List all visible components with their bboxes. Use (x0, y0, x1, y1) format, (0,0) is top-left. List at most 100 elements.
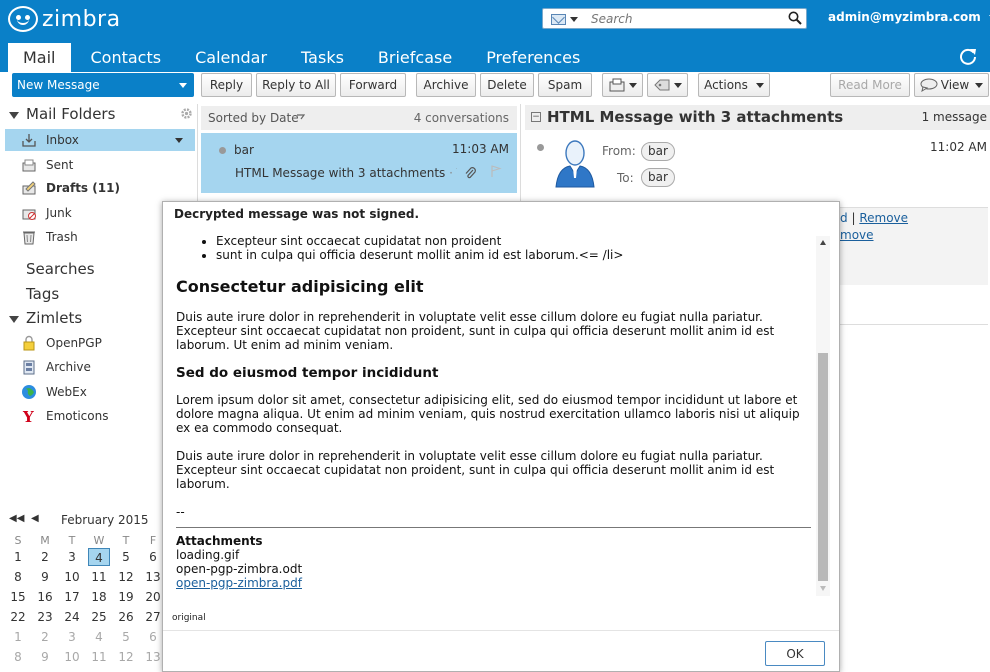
archive-button[interactable]: Archive (416, 73, 476, 97)
unread-dot-icon[interactable] (219, 147, 226, 154)
calendar-day[interactable]: 6 (142, 548, 164, 566)
view-button[interactable]: View (914, 73, 989, 97)
to-address-bubble[interactable]: bar (641, 168, 675, 187)
message-paragraph: Duis aute irure dolor in reprehenderit i… (176, 449, 775, 491)
search-icon[interactable] (788, 11, 802, 25)
gear-icon[interactable] (180, 107, 193, 120)
searches-title[interactable]: Searches (26, 260, 95, 278)
calendar-day[interactable]: 3 (61, 548, 83, 566)
calendar-day[interactable]: 13 (142, 648, 164, 666)
tab-calendar[interactable]: Calendar (181, 43, 281, 72)
calendar-day[interactable]: 24 (61, 608, 83, 626)
calendar-day[interactable]: 20 (142, 588, 164, 606)
calendar-day[interactable]: 19 (115, 588, 137, 606)
scroll-down-icon[interactable] (820, 586, 826, 591)
new-message-button[interactable]: New Message (12, 73, 194, 97)
zimlets-title[interactable]: Zimlets (26, 309, 82, 327)
calendar-day[interactable]: 2 (34, 628, 56, 646)
collapse-arrow-icon[interactable] (9, 316, 19, 323)
calendar-day[interactable]: 26 (115, 608, 137, 626)
attachment-link-text[interactable]: d (840, 211, 848, 225)
folder-drafts[interactable]: Drafts (11) (5, 177, 195, 199)
original-link[interactable]: original (172, 613, 206, 623)
calendar-day[interactable]: 27 (142, 608, 164, 626)
mail-folders-title[interactable]: Mail Folders (26, 105, 115, 123)
scroll-thumb[interactable] (818, 353, 828, 581)
reply-button[interactable]: Reply (201, 73, 252, 97)
collapse-conversation-icon[interactable]: − (531, 112, 541, 122)
calendar-day[interactable]: 8 (7, 568, 29, 586)
month-label[interactable]: February 2015 (61, 513, 149, 527)
calendar-day[interactable]: 12 (115, 648, 137, 666)
list-item[interactable]: bar 11:03 AM HTML Message with 3 attachm… (201, 133, 517, 193)
pane-divider[interactable] (520, 104, 521, 204)
calendar-day[interactable]: 23 (34, 608, 56, 626)
calendar-day[interactable]: 4 (88, 628, 110, 646)
calendar-day[interactable]: 6 (142, 628, 164, 646)
actions-button[interactable]: Actions (698, 73, 770, 97)
calendar-day[interactable]: 15 (7, 588, 29, 606)
calendar-day[interactable]: 18 (88, 588, 110, 606)
calendar-day[interactable]: 3 (61, 628, 83, 646)
flag-icon[interactable] (489, 165, 502, 178)
move-button[interactable] (602, 73, 643, 97)
tab-mail[interactable]: Mail (8, 43, 71, 72)
calendar-day[interactable]: 2 (34, 548, 56, 566)
chevron-down-icon[interactable] (179, 82, 187, 88)
reading-subject: HTML Message with 3 attachments (547, 108, 844, 126)
calendar-day[interactable]: 9 (34, 568, 56, 586)
zimbra-logo[interactable]: zimbra (8, 5, 121, 33)
scroll-up-icon[interactable] (820, 240, 826, 245)
calendar-day-today[interactable]: 4 (88, 548, 110, 566)
remove-link[interactable]: move (840, 228, 874, 242)
calendar-day[interactable]: 9 (34, 648, 56, 666)
calendar-day[interactable]: 1 (7, 548, 29, 566)
tab-preferences[interactable]: Preferences (472, 43, 594, 72)
calendar-day[interactable]: 17 (61, 588, 83, 606)
folder-sent[interactable]: Sent (5, 154, 195, 176)
reply-all-button[interactable]: Reply to All (256, 73, 336, 97)
attachment-link[interactable]: open-pgp-zimbra.pdf (176, 576, 302, 590)
calendar-day[interactable]: 13 (142, 568, 164, 586)
attachment-link[interactable]: d | Remove (840, 211, 908, 225)
calendar-day[interactable]: 16 (34, 588, 56, 606)
sort-icon[interactable] (296, 113, 305, 122)
calendar-day[interactable]: 5 (115, 628, 137, 646)
prev-month-icon[interactable]: ◀ (31, 513, 39, 524)
tag-button[interactable] (647, 73, 688, 97)
ok-button[interactable]: OK (765, 641, 825, 666)
calendar-day[interactable]: 8 (7, 648, 29, 666)
forward-button[interactable]: Forward (340, 73, 406, 97)
collapse-arrow-icon[interactable] (9, 112, 19, 119)
search-input[interactable] (589, 10, 779, 27)
search-type-dropdown[interactable] (551, 12, 587, 26)
folder-inbox[interactable]: Inbox (5, 129, 195, 151)
spam-button[interactable]: Spam (538, 73, 592, 97)
from-address-bubble[interactable]: bar (641, 142, 675, 161)
calendar-day[interactable]: 1 (7, 628, 29, 646)
tab-tasks[interactable]: Tasks (287, 43, 358, 72)
tags-title[interactable]: Tags (26, 285, 59, 303)
read-dot-icon[interactable] (537, 144, 544, 151)
pane-divider[interactable] (197, 104, 198, 204)
delete-button[interactable]: Delete (480, 73, 534, 97)
calendar-day[interactable]: 22 (7, 608, 29, 626)
calendar-day[interactable]: 12 (115, 568, 137, 586)
calendar-day[interactable]: 5 (115, 548, 137, 566)
calendar-day[interactable]: 11 (88, 648, 110, 666)
refresh-icon[interactable] (958, 46, 978, 66)
tab-briefcase[interactable]: Briefcase (364, 43, 466, 72)
calendar-day[interactable]: 10 (61, 648, 83, 666)
chevron-down-icon[interactable] (175, 137, 183, 143)
calendar-day[interactable]: 11 (88, 568, 110, 586)
remove-link[interactable]: Remove (859, 211, 908, 225)
sort-label[interactable]: Sorted by Date (208, 111, 299, 125)
prev-year-icon[interactable]: ◀◀ (9, 513, 24, 524)
calendar-day[interactable]: 10 (61, 568, 83, 586)
tab-contacts[interactable]: Contacts (77, 43, 176, 72)
user-account-menu[interactable]: admin@myzimbra.com (828, 10, 990, 24)
dialog-scrollbar[interactable] (816, 236, 830, 596)
calendar-day[interactable]: 25 (88, 608, 110, 626)
read-more-button[interactable]: Read More (830, 73, 910, 97)
conversation-count: 4 conversations (413, 111, 509, 125)
